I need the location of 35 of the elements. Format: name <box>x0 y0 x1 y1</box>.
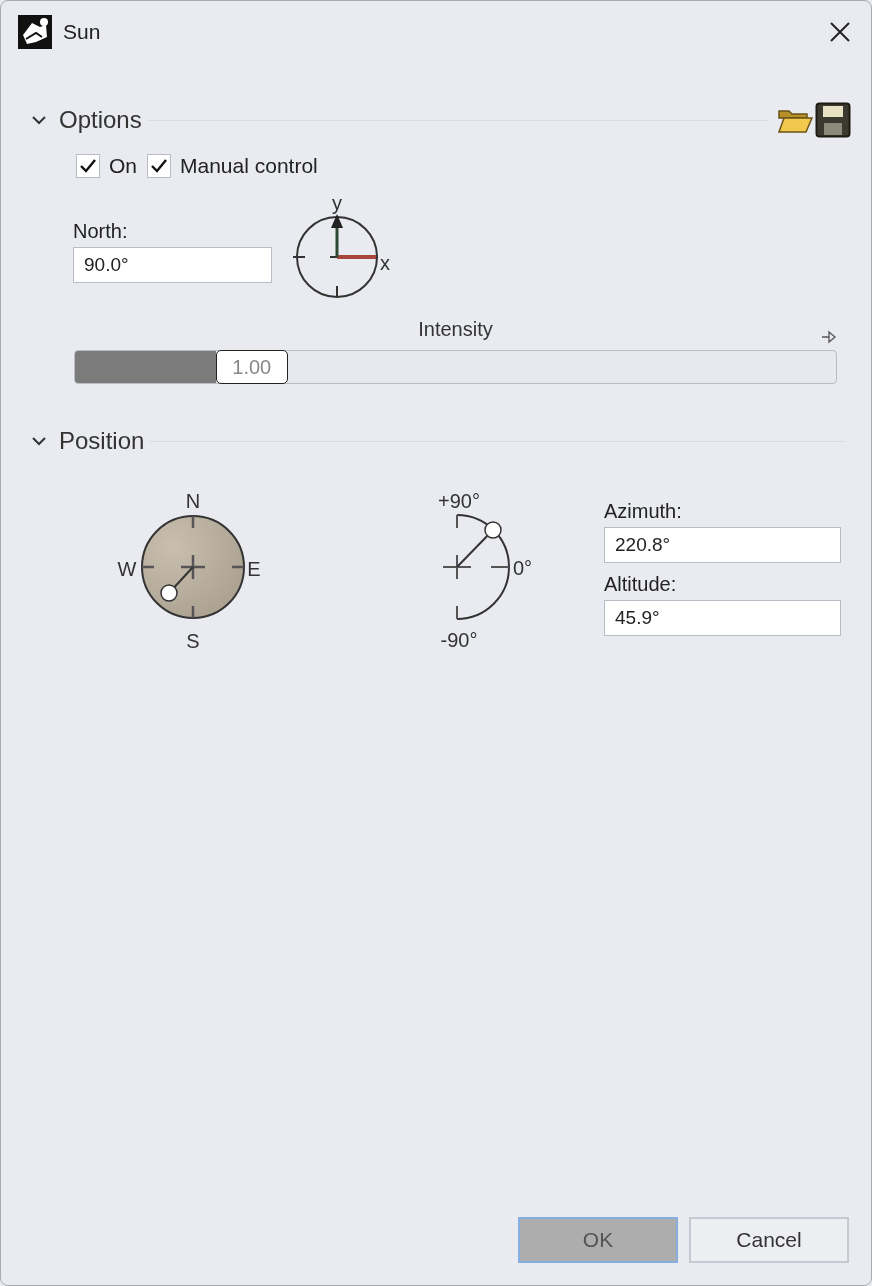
checkbox[interactable] <box>76 154 100 178</box>
checkbox-label: Manual control <box>180 154 318 178</box>
window-title: Sun <box>63 20 102 44</box>
axis-label: y <box>332 192 342 214</box>
slider-track[interactable]: 1.00 <box>74 350 837 384</box>
compass-drawing[interactable] <box>140 514 246 620</box>
altitude-field[interactable]: 45.9° <box>604 600 841 636</box>
azimuth-field[interactable]: 220.8° <box>604 527 841 563</box>
slider-label: Intensity <box>418 318 493 340</box>
slider-thumb[interactable]: 1.00 <box>215 350 288 384</box>
section-title: Position <box>59 427 145 455</box>
checkbox[interactable] <box>147 154 171 178</box>
section-title: Options <box>59 106 142 134</box>
save-icon <box>815 102 851 138</box>
app-icon <box>18 15 52 49</box>
direction-label: S <box>186 630 200 652</box>
angle-label: 0° <box>513 557 533 579</box>
angle-label: -90° <box>440 629 478 651</box>
direction-label: W <box>117 558 137 580</box>
save-button[interactable] <box>815 102 851 138</box>
close-icon <box>829 21 851 43</box>
field-label: North: <box>73 220 129 243</box>
field-label: Altitude: <box>604 573 678 596</box>
altitude-dial-drawing[interactable] <box>442 514 510 620</box>
angle-label: +90° <box>438 490 480 512</box>
chevron-icon <box>31 436 47 446</box>
direction-label: E <box>247 558 261 580</box>
pin-icon <box>821 330 837 344</box>
axis-label: x <box>380 252 390 274</box>
chevron-icon <box>31 115 47 125</box>
north-field[interactable]: 90.0° <box>73 247 272 283</box>
dialog-button[interactable]: Cancel <box>689 1217 849 1263</box>
checkbox-label: On <box>109 154 137 178</box>
direction-label: N <box>185 490 201 512</box>
field-label: Azimuth: <box>604 500 683 523</box>
